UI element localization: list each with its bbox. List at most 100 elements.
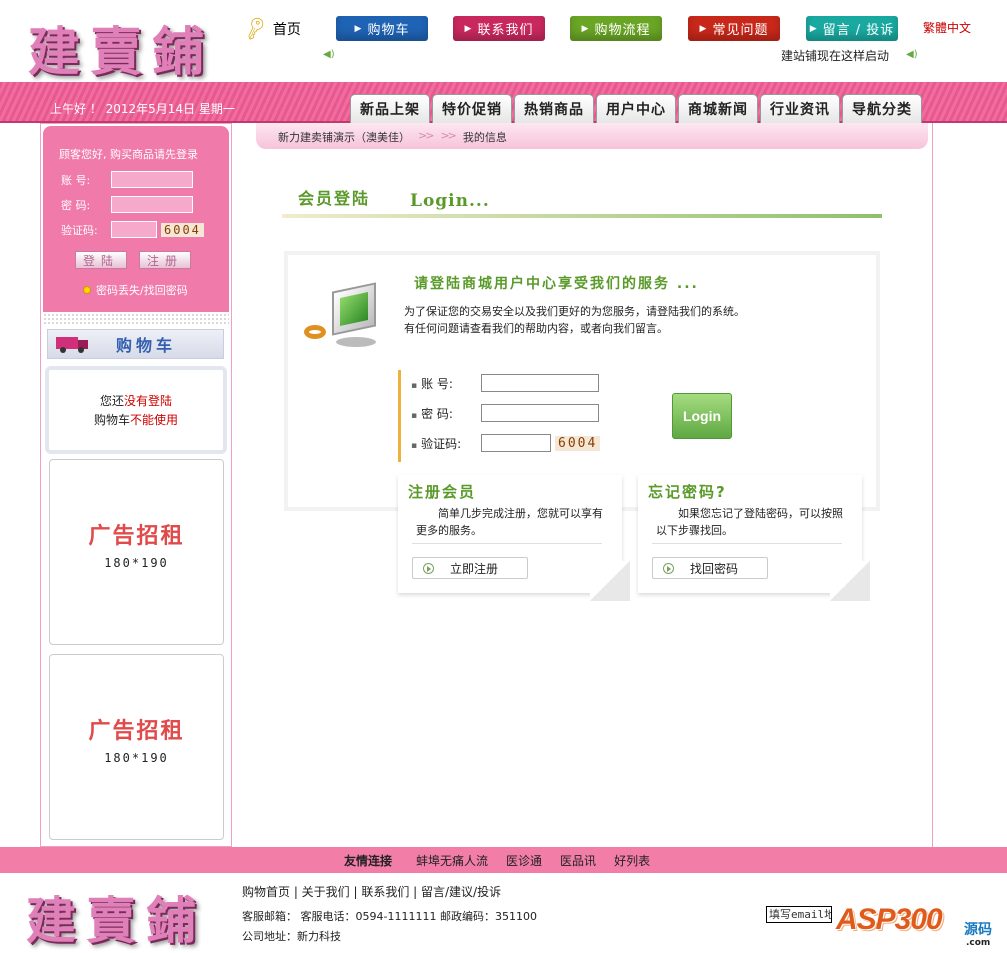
site-logo[interactable]: 建賣鋪 <box>28 10 214 85</box>
tab-user-center[interactable]: 用户中心 <box>596 94 676 123</box>
ad-size: 180*190 <box>104 556 169 570</box>
friend-link[interactable]: 好列表 <box>614 852 650 869</box>
password-label: 密 码: <box>411 405 481 422</box>
login-button[interactable]: Login <box>672 393 732 439</box>
captcha-label: 验证码: <box>411 435 481 452</box>
cart-banner[interactable]: 购物车 <box>47 329 224 359</box>
ad-title: 广告招租 <box>88 719 185 744</box>
news-marquee[interactable]: 建站铺现在这样启动 <box>781 47 889 64</box>
user-login-icon <box>304 277 384 355</box>
triangle-right-icon: ▶ <box>464 23 473 34</box>
ad-size: 180*190 <box>104 751 169 765</box>
sidebar-register-button[interactable]: 注册 <box>139 251 191 269</box>
main-navbar: 上午好 ！ 2012年5月14日 星期一 新品上架 特价促销 热销商品 用户中心… <box>0 82 1007 123</box>
sidebar-forgot-password-link[interactable]: 密码丢失/找回密码 <box>83 282 188 298</box>
breadcrumb-current: 我的信息 <box>462 131 507 144</box>
forgot-card: 忘记密码? 如果您忘记了登陆密码，可以按照以下步骤找回。 找回密码 <box>638 475 870 601</box>
card-divider <box>652 543 842 544</box>
captcha-image[interactable]: 6004 <box>555 435 601 451</box>
friend-link[interactable]: 蚌埠无痛人流 <box>416 852 488 869</box>
nav-button-contact[interactable]: ▶ 联系我们 <box>453 16 545 41</box>
nav-button-feedback[interactable]: ▶ 留言 / 投诉 <box>806 16 898 41</box>
breadcrumb-separator: >> <box>440 129 457 142</box>
main-content: 新力建卖铺演示（澳美佳） >> >> 我的信息 会员登陆 Login... 请登… <box>232 123 933 847</box>
triangle-right-icon: ▶ <box>809 23 818 34</box>
footer-links[interactable]: 购物首页 | 关于我们 | 联系我们 | 留言/建议/投诉 <box>242 883 501 900</box>
account-row: 账 号: <box>411 374 599 392</box>
cart-status: 您还没有登陆 购物车不能使用 <box>45 366 227 454</box>
sidebar-captcha-input[interactable] <box>111 221 157 238</box>
cart-status-text: 购物车 <box>93 413 130 427</box>
section-header: 会员登陆 Login... <box>282 183 882 219</box>
tab-nav-categories[interactable]: 导航分类 <box>842 94 922 123</box>
register-now-button[interactable]: 立即注册 <box>412 557 528 579</box>
triangle-right-icon: ▶ <box>581 23 590 34</box>
forgot-text: 如果您忘记了登陆密码，可以按照以下步骤找回。 <box>656 507 843 537</box>
dotted-divider <box>43 313 229 325</box>
tab-promotions[interactable]: 特价促销 <box>432 94 512 123</box>
nav-button-faq[interactable]: ▶ 常见问题 <box>688 16 780 41</box>
email-input[interactable]: 填写email地址 <box>766 906 832 923</box>
section-underline <box>282 214 882 218</box>
panel-title: 请登陆商城用户中心享受我们的服务 ... <box>414 276 699 292</box>
triangle-right-icon: ▶ <box>354 23 363 34</box>
captcha-label: 验证码: <box>61 223 98 237</box>
register-now-label: 立即注册 <box>450 561 499 576</box>
account-label: 账 号: <box>411 375 481 392</box>
traditional-chinese-link[interactable]: 繁體中文 <box>923 19 971 36</box>
speaker-icon: ◀) <box>906 49 918 60</box>
captcha-input[interactable] <box>481 434 551 452</box>
captcha-row: 验证码: 6004 <box>411 434 601 452</box>
friend-link[interactable]: 医品讯 <box>560 852 596 869</box>
cart-status-highlight: 不能使用 <box>130 413 179 427</box>
nav-tabs: 新品上架 特价促销 热销商品 用户中心 商城新闻 行业资讯 导航分类 <box>350 94 924 123</box>
footer-contact: 客服邮箱： 客服电话：0594-1111111 邮政编码：351100 <box>242 910 537 923</box>
ad-slot-2[interactable]: 广告招租 180*190 <box>49 654 224 840</box>
tab-hot-products[interactable]: 热销商品 <box>514 94 594 123</box>
panel-description: 为了保证您的交易安全以及我们更好的为您服务，请登陆我们的系统。 有任何问题请查看… <box>404 303 745 337</box>
password-input[interactable] <box>481 404 599 422</box>
breadcrumb: 新力建卖铺演示（澳美佳） >> >> 我的信息 <box>278 129 507 145</box>
header: 建賣鋪 🔑︎ 首页 ▶ 购物车 ▶ 联系我们 ▶ 购物流程 ▶ 常见问题 ▶ 留言 / 投… <box>0 0 1007 85</box>
nav-button-label: 留言 / 投诉 <box>822 23 895 38</box>
panel-text-line: 有任何问题请查看我们的帮助内容，或者向我们留言。 <box>404 322 668 335</box>
retrieve-password-label: 找回密码 <box>690 561 739 576</box>
home-label: 首页 <box>272 21 301 38</box>
captcha-image[interactable]: 6004 <box>161 222 204 237</box>
nav-button-flow[interactable]: ▶ 购物流程 <box>570 16 662 41</box>
asp300-logo-domain: .com <box>966 938 991 948</box>
friend-link[interactable]: 医诊通 <box>506 852 542 869</box>
retrieve-password-button[interactable]: 找回密码 <box>652 557 768 579</box>
footer-logo: 建賣鋪 <box>26 891 206 950</box>
asp300-logo[interactable]: ASP300 <box>836 903 943 937</box>
tab-industry-info[interactable]: 行业资讯 <box>760 94 840 123</box>
home-link[interactable]: 🔑︎ 首页 <box>241 15 301 43</box>
section-subtitle: Login... <box>410 191 490 211</box>
sidebar-password-input[interactable] <box>111 196 193 213</box>
password-row: 密 码: <box>411 404 599 422</box>
cart-status-highlight: 没有登陆 <box>124 394 173 408</box>
cart-status-text: 您还 <box>99 394 124 408</box>
ad-slot-1[interactable]: 广告招租 180*190 <box>49 459 224 645</box>
cart-title: 购物车 <box>116 336 177 355</box>
sidebar-login-box: 顾客您好, 购买商品请先登录 账 号: 密 码: 验证码: 6004 登陆 注册… <box>43 126 229 312</box>
account-label: 账 号: <box>61 173 91 187</box>
forgot-label: 密码丢失/找回密码 <box>96 284 188 297</box>
friend-links-bar: 友情连接 蚌埠无痛人流 医诊通 医品讯 好列表 <box>0 847 1007 873</box>
asp300-logo-source: 源码 <box>964 922 992 938</box>
register-text: 简单几步完成注册，您就可以享有更多的服务。 <box>416 507 603 537</box>
sidebar-login-button[interactable]: 登陆 <box>75 251 127 269</box>
tab-new-products[interactable]: 新品上架 <box>350 94 430 123</box>
breadcrumb-site[interactable]: 新力建卖铺演示（澳美佳） <box>278 129 410 145</box>
nav-button-label: 常见问题 <box>712 23 769 38</box>
triangle-right-icon: ▶ <box>699 23 708 34</box>
nav-button-label: 购物车 <box>367 23 410 38</box>
sidebar-account-input[interactable] <box>111 171 193 188</box>
account-input[interactable] <box>481 374 599 392</box>
login-panel: 请登陆商城用户中心享受我们的服务 ... 为了保证您的交易安全以及我们更好的为您… <box>284 251 880 511</box>
nav-button-cart[interactable]: ▶ 购物车 <box>336 16 428 41</box>
tab-mall-news[interactable]: 商城新闻 <box>678 94 758 123</box>
sidebar-captcha-row: 验证码: 6004 <box>61 221 204 238</box>
register-title: 注册会员 <box>408 483 477 501</box>
key-icon: 🔑︎ <box>241 14 270 43</box>
